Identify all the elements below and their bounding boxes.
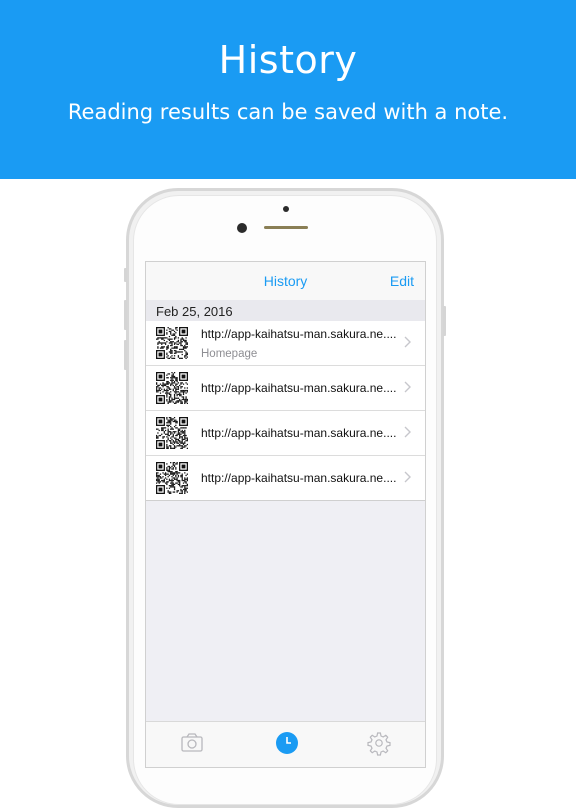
mute-switch	[124, 268, 127, 282]
history-row[interactable]: http://app-kaihatsu-man.sakura.ne....	[146, 456, 425, 501]
section-header: Feb 25, 2016	[146, 300, 425, 321]
section-date: Feb 25, 2016	[156, 304, 233, 319]
header-banner: History Reading results can be saved wit…	[0, 0, 576, 179]
navigation-bar: History Edit	[146, 262, 425, 301]
clock-icon[interactable]	[273, 729, 301, 757]
chevron-right-icon	[404, 426, 411, 438]
history-row[interactable]: http://app-kaihatsu-man.sakura.ne.... Ho…	[146, 321, 425, 366]
qr-code-icon	[156, 462, 188, 494]
chevron-right-icon	[404, 336, 411, 348]
row-url: http://app-kaihatsu-man.sakura.ne....	[201, 327, 397, 341]
row-url: http://app-kaihatsu-man.sakura.ne....	[201, 426, 397, 440]
sensor	[283, 206, 289, 212]
volume-up-button	[124, 300, 127, 330]
qr-code-icon	[156, 417, 188, 449]
qr-code-icon	[156, 327, 188, 359]
edit-button[interactable]: Edit	[390, 273, 414, 289]
front-camera	[237, 223, 247, 233]
banner-subtitle: Reading results can be saved with a note…	[67, 100, 509, 124]
power-button	[443, 306, 446, 336]
row-url: http://app-kaihatsu-man.sakura.ne....	[201, 381, 397, 395]
volume-down-button	[124, 340, 127, 370]
banner-title: History	[218, 38, 358, 82]
chevron-right-icon	[404, 381, 411, 393]
history-row[interactable]: http://app-kaihatsu-man.sakura.ne....	[146, 366, 425, 411]
nav-title: History	[263, 273, 308, 289]
gear-icon[interactable]	[366, 730, 392, 756]
tab-bar	[146, 721, 425, 767]
app-screen: History Edit Feb 25, 2016 http://app-kai…	[145, 261, 426, 768]
row-url: http://app-kaihatsu-man.sakura.ne....	[201, 471, 397, 485]
chevron-right-icon	[404, 471, 411, 483]
earpiece-speaker	[264, 226, 308, 229]
camera-icon[interactable]	[179, 730, 205, 756]
row-note: Homepage	[201, 348, 258, 360]
history-list: http://app-kaihatsu-man.sakura.ne.... Ho…	[146, 321, 425, 501]
history-row[interactable]: http://app-kaihatsu-man.sakura.ne....	[146, 411, 425, 456]
qr-code-icon	[156, 372, 188, 404]
